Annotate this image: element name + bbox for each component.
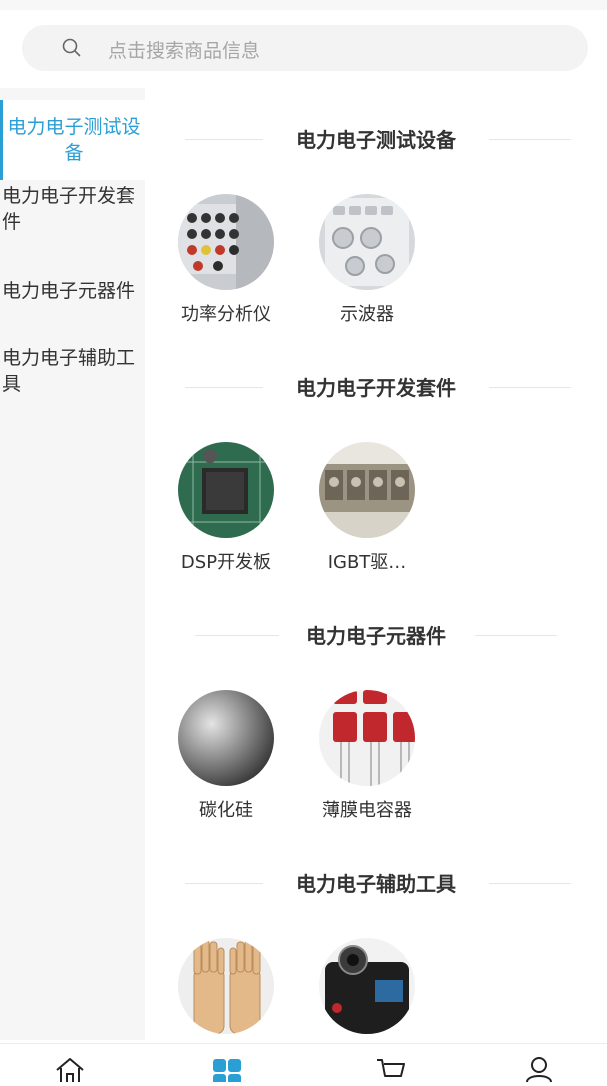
home-icon (56, 1058, 84, 1082)
product-label: IGBT驱… (327, 552, 407, 573)
product-label: 功率分析仪 (181, 304, 271, 325)
section-title: 电力电子辅助工具 (296, 872, 456, 896)
search-bar[interactable]: 点击搜索商品信息 (22, 25, 588, 71)
product-sic[interactable]: 碳化硅 (171, 690, 281, 822)
sidebar-item-label: 电力电子开发套件 (2, 185, 136, 233)
igbt-driver-thumbnail (319, 442, 415, 538)
category-icon (213, 1059, 241, 1086)
user-icon (526, 1057, 552, 1083)
sidebar-item-label: 电力电子元器件 (2, 280, 136, 302)
category-content: 电力电子测试设备 功率分析仪 示波器 电力电子开发套件 DSP开发板 IGBT驱… (145, 88, 607, 1040)
product-label: 薄膜电容器 (322, 800, 412, 821)
bottom-tab-bar (0, 1043, 607, 1086)
sidebar-item-test-equipment[interactable]: 电力电子测试设备 (0, 100, 145, 180)
product-dsp-board[interactable]: DSP开发板 (171, 442, 281, 574)
product-power-analyzer[interactable]: 功率分析仪 (171, 194, 281, 326)
search-placeholder: 点击搜索商品信息 (108, 40, 261, 62)
oscilloscope-thumbnail (319, 194, 415, 290)
thermal-camera-thumbnail (319, 938, 415, 1034)
section-header-test-equipment: 电力电子测试设备 (145, 125, 607, 155)
product-film-capacitor[interactable]: 薄膜电容器 (312, 690, 422, 822)
cart-icon (377, 1059, 405, 1077)
insulating-gloves-thumbnail (178, 938, 274, 1034)
sidebar-item-label: 电力电子测试设备 (7, 116, 141, 164)
status-bar-strip (0, 0, 607, 10)
power-analyzer-thumbnail (178, 194, 274, 290)
product-label: 碳化硅 (199, 800, 253, 821)
tab-home[interactable] (54, 1056, 86, 1086)
product-label: 示波器 (340, 304, 394, 325)
film-capacitor-thumbnail (319, 690, 415, 786)
sidebar-item-aux-tools[interactable]: 电力电子辅助工具 (0, 345, 145, 397)
section-header-dev-kits: 电力电子开发套件 (145, 373, 607, 403)
search-icon (62, 38, 81, 57)
section-title: 电力电子元器件 (306, 624, 446, 648)
category-sidebar: 电力电子测试设备 电力电子开发套件 电力电子元器件 电力电子辅助工具 (0, 88, 145, 1040)
product-insulating-gloves[interactable] (171, 938, 281, 1034)
section-title: 电力电子开发套件 (296, 376, 456, 400)
dsp-board-thumbnail (178, 442, 274, 538)
sidebar-item-components[interactable]: 电力电子元器件 (0, 278, 145, 304)
sidebar-item-label: 电力电子辅助工具 (2, 347, 136, 395)
section-title: 电力电子测试设备 (296, 128, 456, 152)
sidebar-item-dev-kits[interactable]: 电力电子开发套件 (0, 183, 145, 235)
sic-wafer-thumbnail (178, 690, 274, 786)
tab-cart[interactable] (375, 1056, 407, 1086)
product-label: DSP开发板 (180, 552, 272, 573)
tab-category[interactable] (211, 1056, 243, 1086)
product-oscilloscope[interactable]: 示波器 (312, 194, 422, 326)
section-header-components: 电力电子元器件 (145, 621, 607, 651)
tab-profile[interactable] (523, 1056, 555, 1086)
section-header-aux-tools: 电力电子辅助工具 (145, 869, 607, 899)
product-thermal-camera[interactable] (312, 938, 422, 1034)
product-igbt-driver[interactable]: IGBT驱… (312, 442, 422, 574)
